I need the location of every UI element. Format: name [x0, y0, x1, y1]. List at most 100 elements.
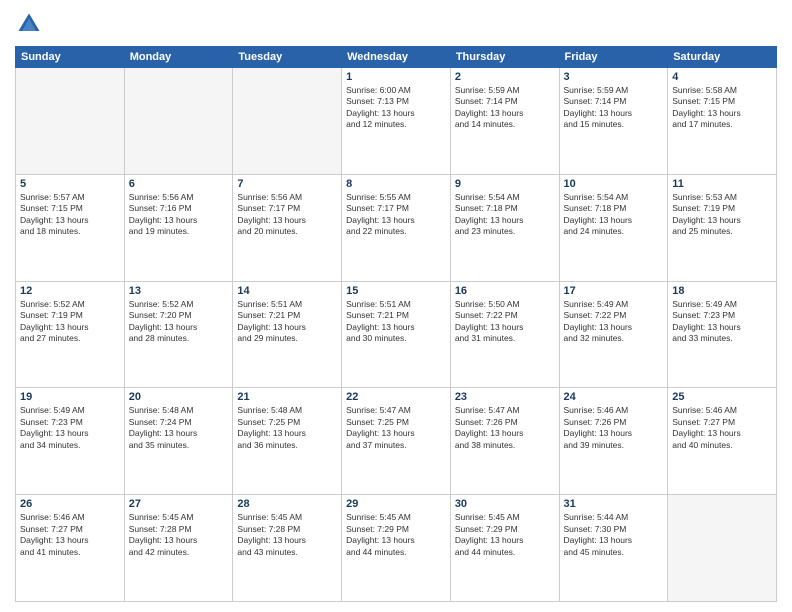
weekday-header-row: SundayMondayTuesdayWednesdayThursdayFrid…	[16, 47, 777, 68]
day-number: 31	[564, 498, 664, 510]
day-number: 9	[455, 178, 555, 190]
day-info: Sunrise: 5:46 AMSunset: 7:27 PMDaylight:…	[672, 405, 772, 451]
day-info: Sunrise: 5:50 AMSunset: 7:22 PMDaylight:…	[455, 299, 555, 345]
weekday-header-thursday: Thursday	[450, 47, 559, 68]
day-number: 27	[129, 498, 229, 510]
day-info: Sunrise: 5:47 AMSunset: 7:26 PMDaylight:…	[455, 405, 555, 451]
day-number: 30	[455, 498, 555, 510]
calendar-cell: 21 Sunrise: 5:48 AMSunset: 7:25 PMDayligh…	[233, 388, 342, 495]
calendar-cell	[668, 495, 777, 602]
day-number: 4	[672, 71, 772, 83]
day-number: 13	[129, 285, 229, 297]
day-info: Sunrise: 5:45 AMSunset: 7:28 PMDaylight:…	[129, 512, 229, 558]
calendar-week-3: 12 Sunrise: 5:52 AMSunset: 7:19 PMDayligh…	[16, 281, 777, 388]
day-info: Sunrise: 5:49 AMSunset: 7:23 PMDaylight:…	[672, 299, 772, 345]
day-info: Sunrise: 5:44 AMSunset: 7:30 PMDaylight:…	[564, 512, 664, 558]
day-number: 12	[20, 285, 120, 297]
calendar-cell: 13Sunrise: 5:52 AMSunset: 7:20 PMDayligh…	[124, 281, 233, 388]
header	[15, 10, 777, 38]
calendar-cell: 25 Sunrise: 5:46 AMSunset: 7:27 PMDayligh…	[668, 388, 777, 495]
day-number: 22	[346, 391, 446, 403]
calendar-week-1: 1 Sunrise: 6:00 AMSunset: 7:13 PMDaylight…	[16, 68, 777, 175]
day-number: 16	[455, 285, 555, 297]
day-number: 3	[564, 71, 664, 83]
calendar-cell: 20 Sunrise: 5:48 AMSunset: 7:24 PMDayligh…	[124, 388, 233, 495]
day-number: 29	[346, 498, 446, 510]
calendar-cell: 9 Sunrise: 5:54 AMSunset: 7:18 PMDaylight…	[450, 174, 559, 281]
weekday-header-tuesday: Tuesday	[233, 47, 342, 68]
calendar-cell: 1 Sunrise: 6:00 AMSunset: 7:13 PMDaylight…	[342, 68, 451, 175]
day-number: 14	[237, 285, 337, 297]
weekday-header-friday: Friday	[559, 47, 668, 68]
calendar-cell: 16 Sunrise: 5:50 AMSunset: 7:22 PMDayligh…	[450, 281, 559, 388]
calendar-cell: 8 Sunrise: 5:55 AMSunset: 7:17 PMDaylight…	[342, 174, 451, 281]
calendar-cell: 2 Sunrise: 5:59 AMSunset: 7:14 PMDaylight…	[450, 68, 559, 175]
calendar-cell: 26 Sunrise: 5:46 AMSunset: 7:27 PMDayligh…	[16, 495, 125, 602]
weekday-header-saturday: Saturday	[668, 47, 777, 68]
calendar-cell: 23 Sunrise: 5:47 AMSunset: 7:26 PMDayligh…	[450, 388, 559, 495]
day-number: 23	[455, 391, 555, 403]
day-info: Sunrise: 5:48 AMSunset: 7:24 PMDaylight:…	[129, 405, 229, 451]
day-number: 10	[564, 178, 664, 190]
calendar-cell	[16, 68, 125, 175]
day-number: 28	[237, 498, 337, 510]
calendar-cell: 27 Sunrise: 5:45 AMSunset: 7:28 PMDayligh…	[124, 495, 233, 602]
day-number: 1	[346, 71, 446, 83]
day-info: Sunrise: 5:54 AMSunset: 7:18 PMDaylight:…	[455, 192, 555, 238]
calendar-cell: 5 Sunrise: 5:57 AMSunset: 7:15 PMDaylight…	[16, 174, 125, 281]
calendar-week-4: 19Sunrise: 5:49 AMSunset: 7:23 PMDayligh…	[16, 388, 777, 495]
day-number: 15	[346, 285, 446, 297]
calendar-cell: 6 Sunrise: 5:56 AMSunset: 7:16 PMDaylight…	[124, 174, 233, 281]
day-info: Sunrise: 5:45 AMSunset: 7:29 PMDaylight:…	[455, 512, 555, 558]
day-info: Sunrise: 5:52 AMSunset: 7:19 PMDaylight:…	[20, 299, 120, 345]
day-info: Sunrise: 5:46 AMSunset: 7:27 PMDaylight:…	[20, 512, 120, 558]
day-number: 25	[672, 391, 772, 403]
calendar-cell	[233, 68, 342, 175]
day-info: Sunrise: 5:56 AMSunset: 7:17 PMDaylight:…	[237, 192, 337, 238]
day-info: Sunrise: 5:45 AMSunset: 7:29 PMDaylight:…	[346, 512, 446, 558]
day-info: Sunrise: 5:59 AMSunset: 7:14 PMDaylight:…	[455, 85, 555, 131]
day-number: 11	[672, 178, 772, 190]
day-number: 2	[455, 71, 555, 83]
day-number: 6	[129, 178, 229, 190]
day-info: Sunrise: 5:59 AMSunset: 7:14 PMDaylight:…	[564, 85, 664, 131]
calendar-table: SundayMondayTuesdayWednesdayThursdayFrid…	[15, 46, 777, 602]
day-number: 7	[237, 178, 337, 190]
calendar-cell: 19Sunrise: 5:49 AMSunset: 7:23 PMDayligh…	[16, 388, 125, 495]
calendar-cell: 24 Sunrise: 5:46 AMSunset: 7:26 PMDayligh…	[559, 388, 668, 495]
calendar-cell: 18 Sunrise: 5:49 AMSunset: 7:23 PMDayligh…	[668, 281, 777, 388]
day-number: 21	[237, 391, 337, 403]
day-number: 18	[672, 285, 772, 297]
calendar-cell: 7 Sunrise: 5:56 AMSunset: 7:17 PMDaylight…	[233, 174, 342, 281]
day-info: Sunrise: 5:55 AMSunset: 7:17 PMDaylight:…	[346, 192, 446, 238]
day-number: 20	[129, 391, 229, 403]
weekday-header-wednesday: Wednesday	[342, 47, 451, 68]
calendar-cell: 14 Sunrise: 5:51 AMSunset: 7:21 PMDayligh…	[233, 281, 342, 388]
calendar-cell: 12 Sunrise: 5:52 AMSunset: 7:19 PMDayligh…	[16, 281, 125, 388]
day-number: 19	[20, 391, 120, 403]
day-info: Sunrise: 5:51 AMSunset: 7:21 PMDaylight:…	[346, 299, 446, 345]
calendar-cell: 3 Sunrise: 5:59 AMSunset: 7:14 PMDaylight…	[559, 68, 668, 175]
calendar-cell: 30 Sunrise: 5:45 AMSunset: 7:29 PMDayligh…	[450, 495, 559, 602]
calendar-cell: 17Sunrise: 5:49 AMSunset: 7:22 PMDayligh…	[559, 281, 668, 388]
calendar-cell: 31 Sunrise: 5:44 AMSunset: 7:30 PMDayligh…	[559, 495, 668, 602]
calendar-cell: 22Sunrise: 5:47 AMSunset: 7:25 PMDayligh…	[342, 388, 451, 495]
day-number: 26	[20, 498, 120, 510]
day-number: 5	[20, 178, 120, 190]
day-info: Sunrise: 5:46 AMSunset: 7:26 PMDaylight:…	[564, 405, 664, 451]
day-info: Sunrise: 5:54 AMSunset: 7:18 PMDaylight:…	[564, 192, 664, 238]
day-number: 17	[564, 285, 664, 297]
day-info: Sunrise: 5:53 AMSunset: 7:19 PMDaylight:…	[672, 192, 772, 238]
calendar-cell	[124, 68, 233, 175]
day-info: Sunrise: 5:57 AMSunset: 7:15 PMDaylight:…	[20, 192, 120, 238]
day-info: Sunrise: 5:58 AMSunset: 7:15 PMDaylight:…	[672, 85, 772, 131]
day-info: Sunrise: 5:48 AMSunset: 7:25 PMDaylight:…	[237, 405, 337, 451]
calendar-cell: 11 Sunrise: 5:53 AMSunset: 7:19 PMDayligh…	[668, 174, 777, 281]
calendar-cell: 10 Sunrise: 5:54 AMSunset: 7:18 PMDayligh…	[559, 174, 668, 281]
day-info: Sunrise: 5:56 AMSunset: 7:16 PMDaylight:…	[129, 192, 229, 238]
calendar-cell: 4 Sunrise: 5:58 AMSunset: 7:15 PMDaylight…	[668, 68, 777, 175]
day-number: 8	[346, 178, 446, 190]
day-info: Sunrise: 5:51 AMSunset: 7:21 PMDaylight:…	[237, 299, 337, 345]
day-number: 24	[564, 391, 664, 403]
day-info: Sunrise: 6:00 AMSunset: 7:13 PMDaylight:…	[346, 85, 446, 131]
